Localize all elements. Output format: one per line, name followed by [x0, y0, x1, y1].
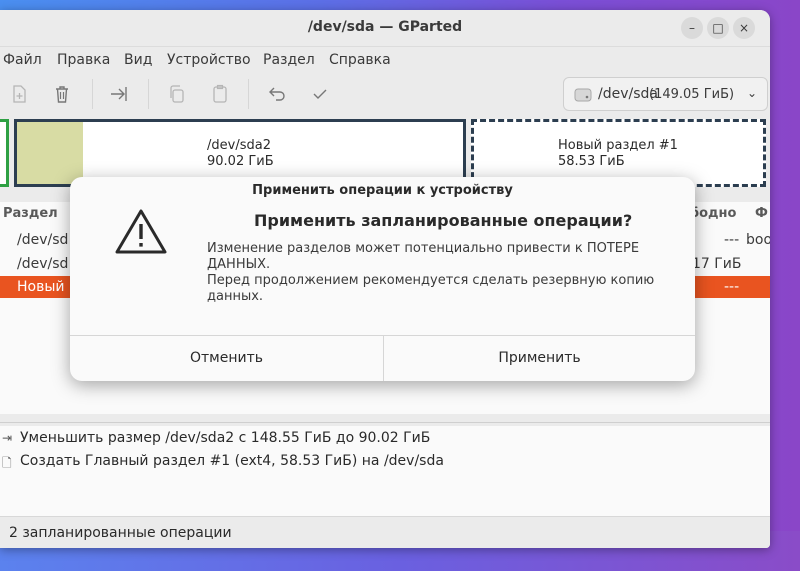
column-header-flags[interactable]: Ф [755, 206, 768, 221]
dialog-message-line: данных. [207, 289, 264, 304]
window-title: /dev/sda — GParted [307, 19, 463, 35]
toolbar: /dev/sda (149.05 ГиБ) ⌄ [0, 73, 770, 115]
menu-file[interactable]: Файл [3, 52, 42, 68]
column-header-partition[interactable]: Раздел [3, 206, 58, 221]
warning-icon [115, 209, 167, 254]
toolbar-separator [148, 79, 149, 109]
row-partition-name: Новый [17, 279, 65, 295]
chevron-down-icon: ⌄ [746, 86, 757, 100]
dialog-title: Применить операции к устройству [252, 183, 513, 198]
menu-partition[interactable]: Раздел [263, 52, 315, 68]
new-partition-icon[interactable] [8, 83, 30, 105]
column-header-free[interactable]: бодно [690, 206, 736, 221]
paste-icon[interactable] [209, 83, 231, 105]
apply-operations-dialog: Применить операции к устройству Применит… [70, 177, 695, 381]
operation-item[interactable]: ⇥ Уменьшить размер /dev/sda2 с 148.55 Ги… [0, 428, 770, 450]
status-bar: 2 запланированные операции [0, 516, 770, 548]
operations-list: ⇥ Уменьшить размер /dev/sda2 с 148.55 Ги… [0, 426, 770, 516]
new-partition-icon: 🗋 [2, 456, 12, 470]
row-free: --- [724, 279, 740, 295]
row-partition-name[interactable]: /dev/sd [17, 232, 68, 248]
toolbar-separator [92, 79, 93, 109]
device-selector[interactable]: /dev/sda (149.05 ГиБ) ⌄ [563, 77, 768, 111]
pane-divider[interactable] [0, 422, 770, 423]
row-flags: boo [746, 232, 770, 248]
partition-size: 58.53 ГиБ [558, 154, 625, 169]
dialog-message-line: ДАННЫХ. [207, 257, 271, 272]
resize-move-icon: ⇥ [2, 431, 13, 445]
partition-label: /dev/sda2 90.02 ГиБ [207, 138, 274, 170]
delete-icon[interactable] [51, 83, 73, 105]
copy-icon[interactable] [166, 83, 188, 105]
apply-button[interactable]: Применить [384, 336, 695, 381]
toolbar-separator [248, 79, 249, 109]
menu-bar: Файл Правка Вид Устройство Раздел Справк… [0, 47, 770, 73]
cancel-button[interactable]: Отменить [70, 336, 384, 381]
partition-name: /dev/sda2 [207, 138, 271, 153]
menu-view[interactable]: Вид [124, 52, 152, 68]
used-space-fill [17, 122, 83, 184]
row-free: 17 ГиБ [692, 256, 742, 272]
operation-item[interactable]: 🗋 Создать Главный раздел #1 (ext4, 58.53… [0, 451, 770, 473]
maximize-button[interactable]: □ [707, 17, 729, 39]
menu-help[interactable]: Справка [329, 52, 391, 68]
undo-icon[interactable] [266, 83, 288, 105]
close-button[interactable]: × [733, 17, 755, 39]
partition-label: Новый раздел #1 58.53 ГиБ [558, 138, 678, 170]
row-free: --- [724, 232, 740, 248]
status-text: 2 запланированные операции [9, 525, 232, 541]
dialog-message-line: Изменение разделов может потенциально пр… [207, 241, 640, 256]
operation-text: Уменьшить размер /dev/sda2 с 148.55 ГиБ … [20, 430, 431, 446]
disk-icon [574, 88, 592, 102]
dialog-heading: Применить запланированные операции? [254, 211, 633, 230]
partition-name: Новый раздел #1 [558, 138, 678, 153]
partition-block-sda1[interactable] [0, 119, 9, 187]
dialog-button-row: Отменить Применить [70, 335, 695, 381]
menu-edit[interactable]: Правка [57, 52, 110, 68]
title-bar: /dev/sda — GParted – □ × [0, 10, 770, 47]
apply-icon[interactable] [309, 83, 331, 105]
menu-device[interactable]: Устройство [167, 52, 251, 68]
dialog-message: Изменение разделов может потенциально пр… [207, 241, 677, 305]
partition-size: 90.02 ГиБ [207, 154, 274, 169]
device-size: (149.05 ГиБ) [649, 87, 735, 102]
resize-move-icon[interactable] [108, 83, 130, 105]
row-partition-name[interactable]: /dev/sd [17, 256, 68, 272]
operation-text: Создать Главный раздел #1 (ext4, 58.53 Г… [20, 453, 444, 469]
minimize-button[interactable]: – [681, 17, 703, 39]
dialog-message-line: Перед продолжением рекомендуется сделать… [207, 273, 655, 288]
